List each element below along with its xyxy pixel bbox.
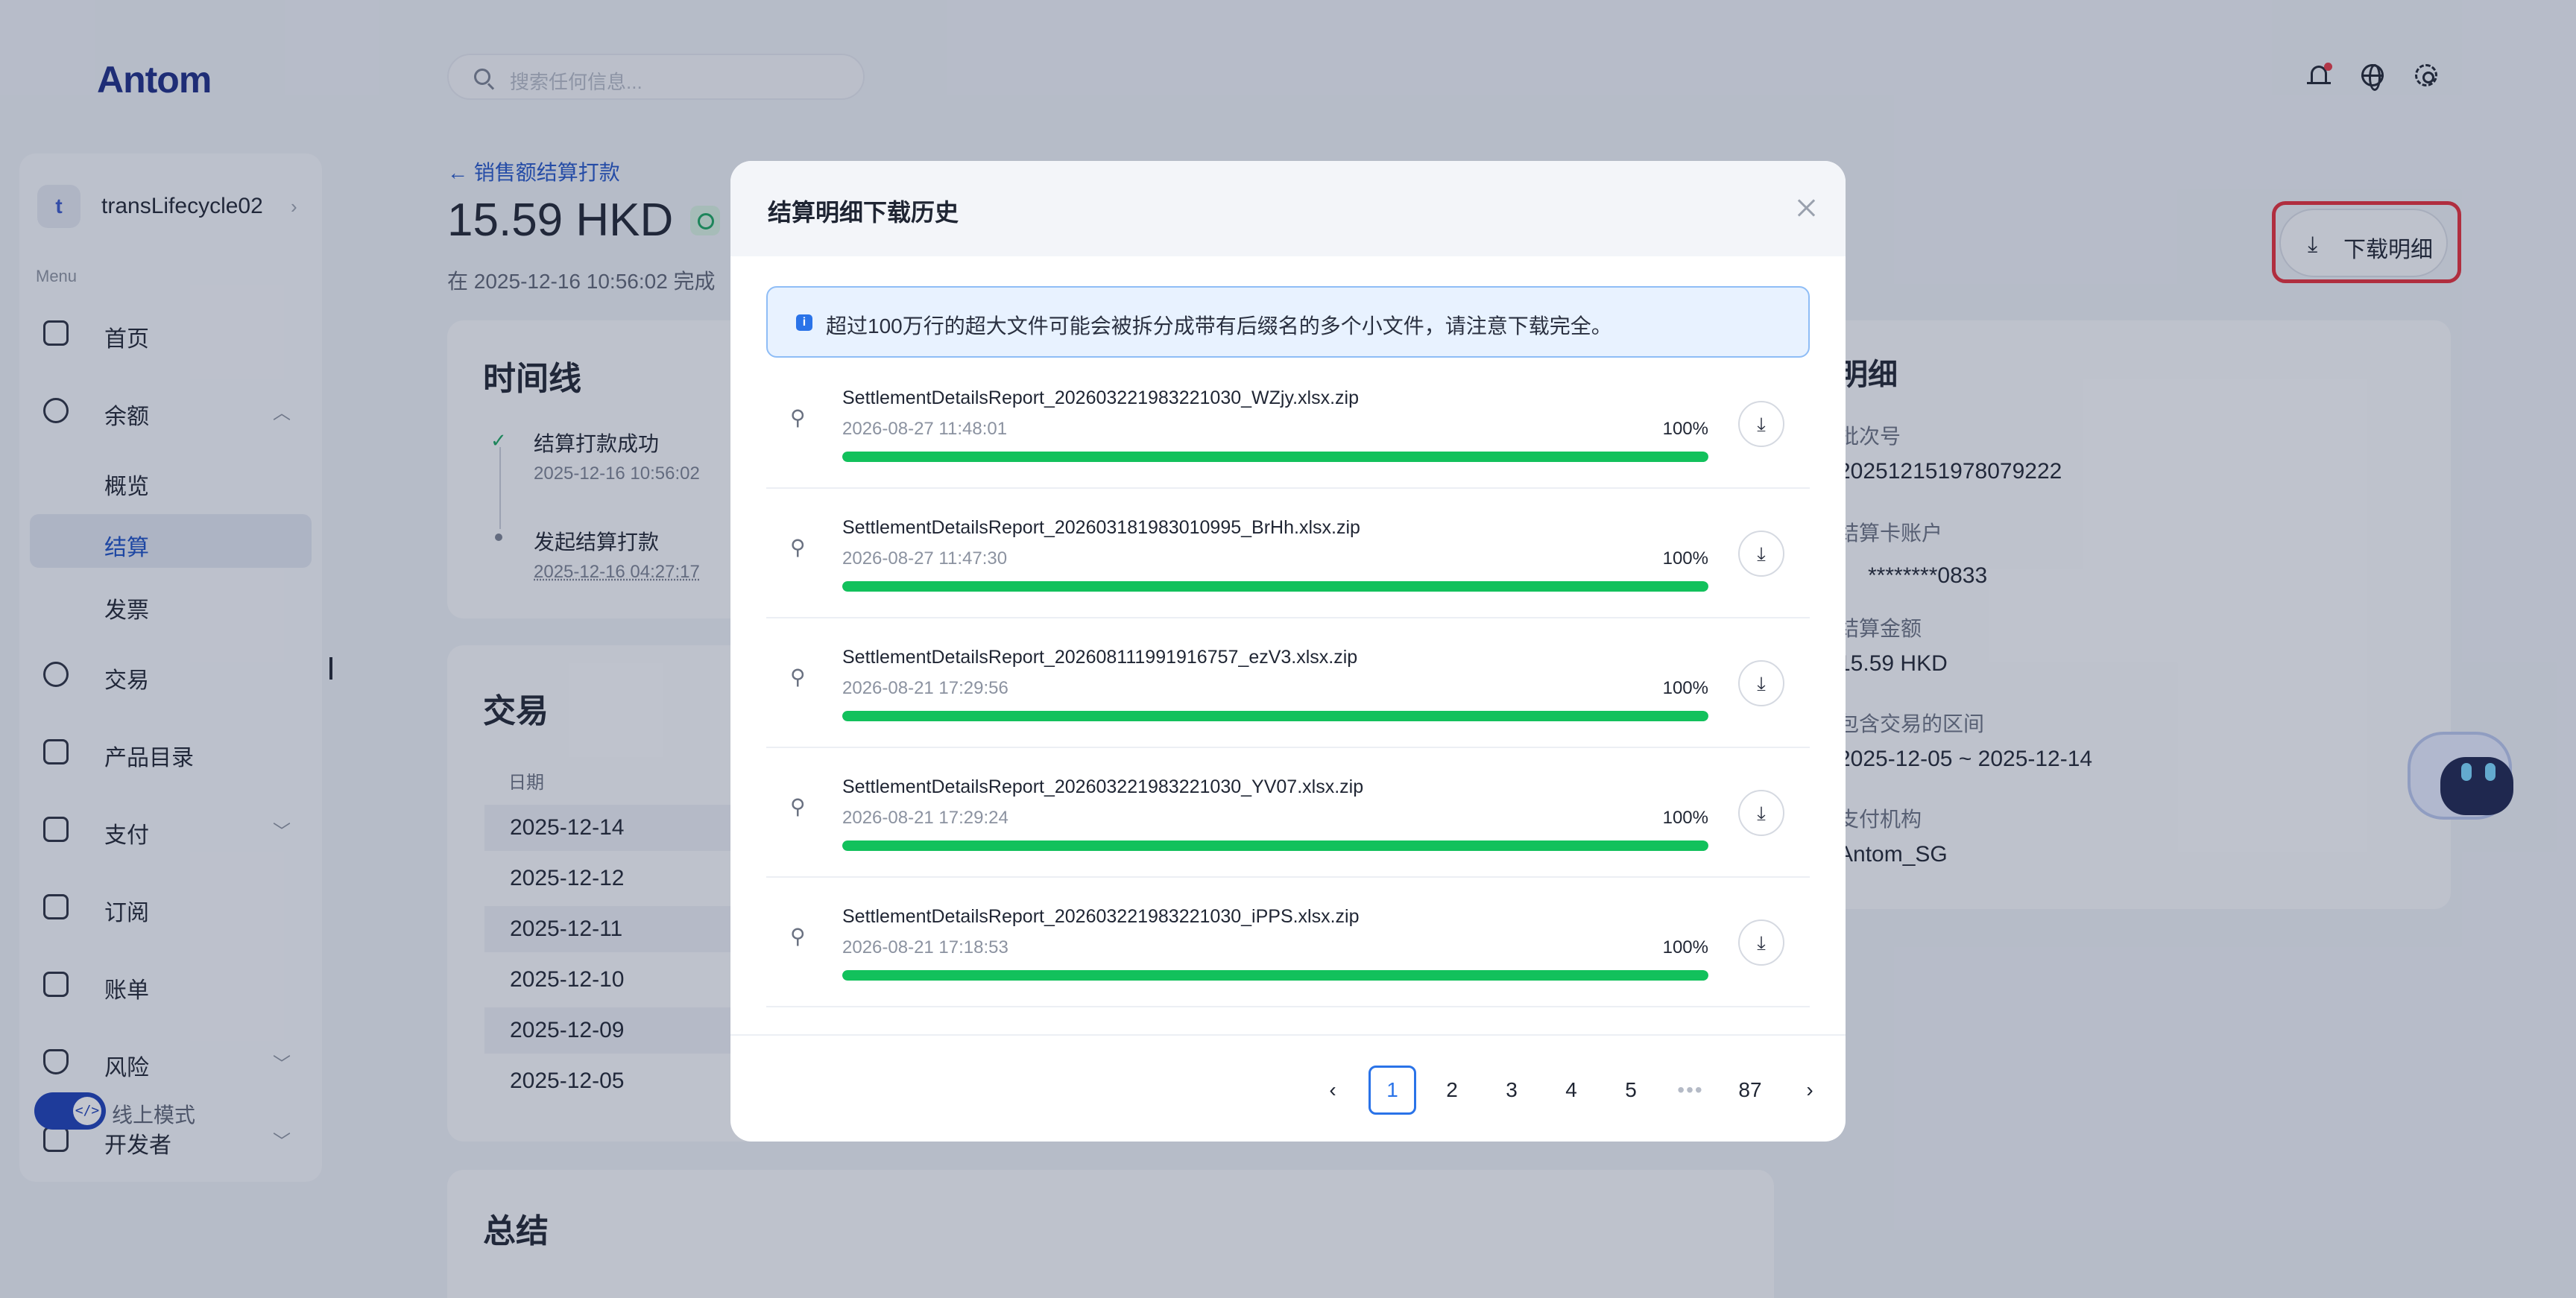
page-2[interactable]: 2 [1428, 1066, 1476, 1115]
pagination: ‹ 1 2 3 4 5 ••• 87 › [730, 1066, 1846, 1115]
file-progress-text: 100% [1662, 808, 1708, 828]
list-item: ⚲ SettlementDetailsReport_20260322198322… [766, 748, 1810, 878]
info-icon: i [796, 314, 812, 331]
progress-bar [842, 452, 1708, 462]
progress-bar [842, 581, 1708, 592]
paperclip-icon: ⚲ [790, 536, 806, 559]
file-progress-text: 100% [1662, 419, 1708, 439]
page-4[interactable]: 4 [1547, 1066, 1595, 1115]
info-notice: i 超过100万行的超大文件可能会被拆分成带有后缀名的多个小文件，请注意下载完全… [766, 286, 1810, 358]
paperclip-icon: ⚲ [790, 406, 806, 429]
list-item: ⚲ SettlementDetailsReport_20260322198322… [766, 878, 1810, 1007]
prev-page-icon[interactable]: ‹ [1309, 1066, 1357, 1115]
list-item: ⚲ SettlementDetailsReport_20260318198301… [766, 489, 1810, 618]
file-name: SettlementDetailsReport_2026032219832210… [842, 906, 1360, 927]
progress-bar [842, 711, 1708, 721]
modal-title: 结算明细下载历史 [768, 199, 959, 226]
page-1[interactable]: 1 [1368, 1066, 1416, 1115]
modal-header: 结算明细下载历史 [730, 161, 1846, 256]
paperclip-icon: ⚲ [790, 665, 806, 688]
page-5[interactable]: 5 [1607, 1066, 1655, 1115]
next-page-icon[interactable]: › [1786, 1066, 1834, 1115]
file-date: 2026-08-27 11:47:30 [842, 548, 1008, 569]
progress-fill [842, 970, 1708, 981]
file-name: SettlementDetailsReport_2026081119919167… [842, 647, 1358, 668]
progress-fill [842, 840, 1708, 851]
progress-bar [842, 840, 1708, 851]
notice-text: 超过100万行的超大文件可能会被拆分成带有后缀名的多个小文件，请注意下载完全。 [826, 314, 1612, 338]
download-icon[interactable]: ⤓ [1738, 919, 1784, 966]
progress-fill [842, 581, 1708, 592]
download-icon[interactable]: ⤓ [1738, 401, 1784, 447]
file-progress-text: 100% [1662, 937, 1708, 957]
file-list: ⚲ SettlementDetailsReport_20260322198322… [766, 359, 1810, 1007]
download-icon[interactable]: ⤓ [1738, 531, 1784, 577]
download-icon[interactable]: ⤓ [1738, 660, 1784, 706]
list-item: ⚲ SettlementDetailsReport_20260811199191… [766, 618, 1810, 748]
list-item: ⚲ SettlementDetailsReport_20260322198322… [766, 359, 1810, 489]
footer-divider [730, 1034, 1846, 1036]
file-progress-text: 100% [1662, 678, 1708, 698]
close-icon[interactable] [1793, 195, 1819, 221]
file-date: 2026-08-27 11:48:01 [842, 419, 1008, 439]
file-date: 2026-08-21 17:29:56 [842, 678, 1008, 698]
file-date: 2026-08-21 17:29:24 [842, 808, 1008, 828]
file-progress-text: 100% [1662, 548, 1708, 569]
file-name: SettlementDetailsReport_2026032219832210… [842, 776, 1364, 797]
file-name: SettlementDetailsReport_2026031819830109… [842, 517, 1360, 538]
download-history-modal: 结算明细下载历史 i 超过100万行的超大文件可能会被拆分成带有后缀名的多个小文… [730, 161, 1846, 1142]
file-date: 2026-08-21 17:18:53 [842, 937, 1008, 957]
progress-fill [842, 452, 1708, 462]
progress-fill [842, 711, 1708, 721]
file-name: SettlementDetailsReport_2026032219832210… [842, 387, 1360, 408]
paperclip-icon: ⚲ [790, 925, 806, 948]
page-3[interactable]: 3 [1488, 1066, 1535, 1115]
page-ellipsis[interactable]: ••• [1667, 1066, 1714, 1115]
page-last[interactable]: 87 [1726, 1066, 1774, 1115]
progress-bar [842, 970, 1708, 981]
paperclip-icon: ⚲ [790, 795, 806, 818]
download-icon[interactable]: ⤓ [1738, 790, 1784, 836]
